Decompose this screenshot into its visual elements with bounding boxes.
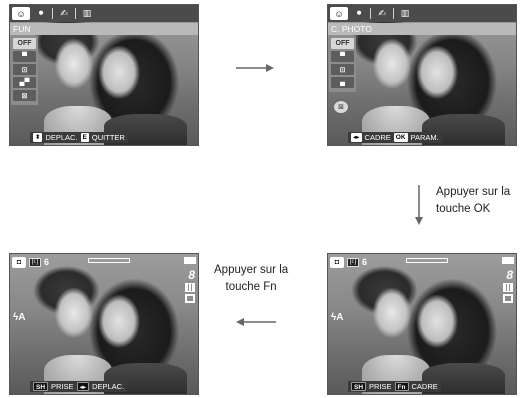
footer-label-shoot: PRISE — [51, 382, 74, 391]
fn-key-icon: Fn — [394, 382, 409, 391]
frame-indicator-icon — [503, 294, 513, 303]
menu-title: FUN — [10, 23, 198, 35]
footer-hint-bar: SH PRISE ◂▸ DEPLAC. — [30, 381, 128, 392]
e-key-icon: E — [80, 133, 89, 142]
shutter-key-icon: SH — [33, 382, 49, 391]
updown-key-icon: ⬍ — [33, 133, 43, 142]
metering-icon: [i:] — [347, 257, 359, 267]
battery-icon — [184, 257, 196, 264]
menu-list: OFF ▀ ⊡ ▄▀ ⊠ — [11, 36, 38, 105]
menu-tab-bar: ☺ ⚫ ✍ ▥ — [328, 5, 516, 22]
zoom-bar — [406, 258, 448, 263]
hud-right-icons: 8 — [185, 269, 195, 303]
shots-remaining: 6 — [362, 257, 368, 267]
footer-label-shoot: PRISE — [369, 382, 392, 391]
footer-label-move: DEPLAC. — [92, 382, 125, 391]
tab-fun[interactable]: ☺ — [12, 7, 30, 20]
caption-ok-line1: Appuyer sur la — [436, 186, 511, 198]
menu-item-off[interactable]: OFF — [331, 38, 354, 49]
menu-item-frame-focus[interactable]: ⊡ — [331, 64, 354, 75]
flash-auto-icon: ϟA — [13, 312, 26, 323]
flash-auto-icon: ϟA — [331, 312, 344, 323]
quality-icon — [185, 283, 195, 292]
menu-item-frame-top[interactable]: ▀ — [331, 51, 354, 62]
zoom-bar — [88, 258, 130, 263]
leftright-key-icon: ◂▸ — [351, 133, 362, 142]
menu-item-frame-composite[interactable]: ▄ — [331, 77, 354, 88]
footer-label-param: PARAM. — [410, 133, 439, 142]
menu-tab-bar: ☺ ⚫ ✍ ▥ — [10, 5, 198, 22]
shots-remaining: 6 — [44, 257, 50, 267]
arrow-right-icon — [236, 64, 274, 72]
tab-setup[interactable]: ▥ — [396, 7, 414, 20]
camera-mode-icon: ◘ — [330, 256, 344, 268]
tab-edit[interactable]: ✍ — [55, 7, 73, 20]
menu-item-frame-top[interactable]: ▀ — [13, 51, 36, 62]
footer-hint-bar: SH PRISE Fn CADRE — [348, 381, 441, 392]
menu-item-frame-focus[interactable]: ⊡ — [13, 64, 36, 75]
screen-photo-frame-menu: ☺ ⚫ ✍ ▥ C. PHOTO OFF ▀ ⊡ ▄ ⊠ ◂▸ CADRE OK… — [327, 4, 517, 146]
arrow-left-icon — [236, 318, 276, 326]
caption-ok-line2: touche OK — [436, 203, 491, 215]
caption-fn-line2: touche Fn — [225, 281, 277, 293]
camera-mode-icon: ◘ — [12, 256, 26, 268]
quality-icon — [503, 283, 513, 292]
footer-hint-bar: ◂▸ CADRE OK PARAM. — [348, 132, 442, 143]
tab-fun[interactable]: ☺ — [330, 7, 348, 20]
caption-press-fn: Appuyer sur la touche Fn — [214, 262, 288, 296]
menu-item-off[interactable]: OFF — [13, 38, 36, 49]
caption-fn-line1: Appuyer sur la — [214, 264, 289, 276]
caption-press-ok: Appuyer sur la touche OK — [436, 184, 510, 218]
menu-item-photo-frame[interactable]: ⊠ — [13, 90, 36, 101]
leftright-key-icon: ◂▸ — [76, 382, 90, 391]
tab-separator — [75, 8, 76, 19]
shutter-key-icon: SH — [351, 382, 367, 391]
tab-edit[interactable]: ✍ — [373, 7, 391, 20]
metering-icon: [i:] — [29, 257, 41, 267]
ok-key-icon: OK — [393, 133, 408, 142]
tab-setup[interactable]: ▥ — [78, 7, 96, 20]
tab-separator — [370, 8, 371, 19]
menu-list: OFF ▀ ⊡ ▄ — [329, 36, 356, 92]
footer-label-move: DEPLAC. — [45, 133, 78, 142]
tab-separator — [393, 8, 394, 19]
screen-fun-menu: ☺ ⚫ ✍ ▥ FUN OFF ▀ ⊡ ▄▀ ⊠ ⬍ DEPLAC. E QUI… — [9, 4, 199, 146]
footer-label-quit: QUITTER — [91, 133, 125, 142]
screen-shooting-frame: ◘ [i:] 6 8 ϟA SH PRISE Fn CADRE — [327, 253, 517, 395]
footer-label-frame: CADRE — [364, 133, 391, 142]
menu-title: C. PHOTO — [328, 23, 516, 35]
tab-effect[interactable]: ⚫ — [350, 7, 368, 20]
battery-icon — [502, 257, 514, 264]
hud-right-icons: 8 — [503, 269, 513, 303]
screen-move-frame: ◘ [i:] 6 8 ϟA SH PRISE ◂▸ DEPLAC. — [9, 253, 199, 395]
tab-separator — [52, 8, 53, 19]
footer-label-frame: CADRE — [411, 382, 438, 391]
image-size-icon: 8 — [188, 268, 195, 282]
image-size-icon: 8 — [506, 268, 513, 282]
arrow-down-icon — [415, 185, 423, 225]
tab-effect[interactable]: ⚫ — [32, 7, 50, 20]
frame-indicator-icon — [185, 294, 195, 303]
menu-item-photo-frame-selected[interactable]: ⊠ — [332, 99, 350, 115]
footer-hint-bar: ⬍ DEPLAC. E QUITTER — [30, 132, 128, 143]
menu-item-frame-composite[interactable]: ▄▀ — [13, 77, 36, 88]
